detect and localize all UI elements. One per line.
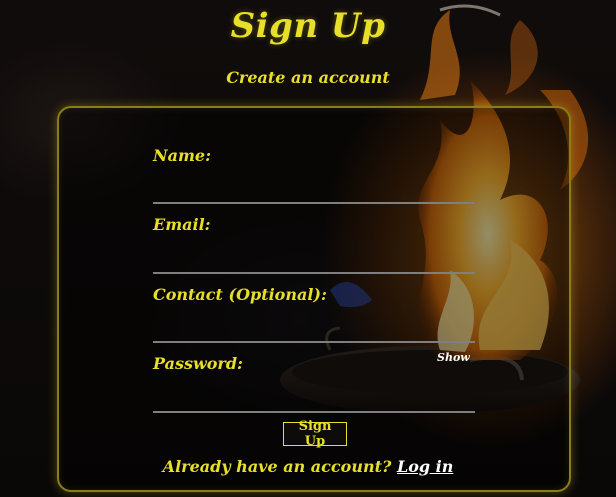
email-label: Email: [153, 215, 211, 234]
login-link[interactable]: Log in [397, 457, 453, 476]
page-subtitle: Create an account [226, 68, 390, 87]
login-prompt-text: Already have an account? [162, 457, 392, 476]
login-prompt: Already have an account? Log in [0, 457, 616, 476]
contact-label: Contact (Optional): [153, 285, 327, 304]
page-title: Sign Up [230, 6, 386, 46]
password-field[interactable] [153, 387, 475, 413]
password-label: Password: [153, 354, 243, 373]
email-field[interactable] [153, 248, 475, 274]
sign-up-button[interactable]: Sign Up [283, 419, 347, 449]
name-label: Name: [153, 146, 212, 165]
show-password-toggle[interactable]: Show [437, 351, 470, 364]
contact-field[interactable] [153, 317, 475, 343]
name-field[interactable] [153, 178, 475, 204]
